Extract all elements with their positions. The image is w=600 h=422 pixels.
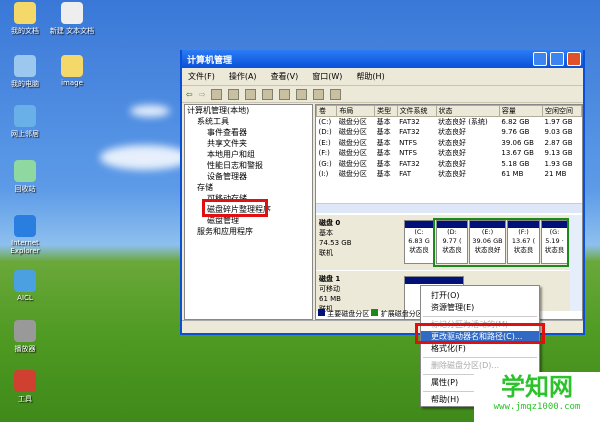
desktop-icon-image <box>61 2 83 24</box>
menu-item[interactable]: 文件(F) <box>188 71 215 82</box>
tree-item[interactable]: 本地用户和组 <box>185 149 312 160</box>
desktop-icon[interactable]: 网上邻居 <box>0 105 53 139</box>
tree-item[interactable]: 系统工具 <box>185 116 312 127</box>
column-header[interactable]: 卷 <box>315 105 338 117</box>
help-icon[interactable] <box>245 88 257 100</box>
partition[interactable]: (C: 6.83 G 状态良 <box>404 220 434 264</box>
minimize-button[interactable] <box>533 52 547 66</box>
toolbar-button[interactable] <box>330 88 342 100</box>
desktop-icon[interactable]: 播放器 <box>0 320 53 354</box>
desktop-icon-image <box>14 370 36 392</box>
column-header[interactable]: 布局 <box>336 105 376 117</box>
context-menu-item[interactable]: 资源管理(E) <box>421 302 539 314</box>
desktop-icon-image <box>14 55 36 77</box>
table-row[interactable]: (C:) 磁盘分区 基本 FAT32 状态良好 (系统) 6.82 GB 1.97 GB <box>317 117 582 128</box>
menu-item[interactable]: 帮助(H) <box>356 71 384 82</box>
tree-item[interactable]: 存储 <box>185 182 312 193</box>
table-row[interactable]: (F:) 磁盘分区 基本 NTFS 状态良好 13.67 GB 9.13 GB <box>317 148 582 159</box>
column-header[interactable]: 文件系统 <box>396 105 437 117</box>
menu-separator <box>423 316 537 317</box>
vertical-scrollbar[interactable] <box>570 215 582 311</box>
back-icon[interactable]: ⇦ <box>186 90 193 99</box>
tree-item[interactable]: 事件查看器 <box>185 127 312 138</box>
desktop-icon-image <box>14 320 36 342</box>
table-row[interactable]: (D:) 磁盘分区 基本 FAT32 状态良好 9.76 GB 9.03 GB <box>317 127 582 138</box>
folder-icon[interactable] <box>296 88 308 100</box>
legend: 主要磁盘分区 扩展磁盘分区 <box>318 309 423 319</box>
disk-state: 联机 <box>319 249 333 257</box>
context-menu-item[interactable]: 打开(O) <box>421 290 539 302</box>
menu-item[interactable]: 查看(V) <box>271 71 299 82</box>
column-header[interactable]: 状态 <box>435 105 500 117</box>
disk-name: 磁盘 0 <box>319 219 341 227</box>
desktop-icon[interactable]: AICL <box>0 270 53 302</box>
desktop-icon[interactable]: 新建 文本文档 <box>44 2 100 36</box>
context-menu-item[interactable]: 格式化(F) <box>421 343 539 355</box>
desktop-icon[interactable]: 工具 <box>0 370 53 404</box>
desktop-icon-image <box>14 215 36 237</box>
cloud <box>130 105 170 117</box>
disk-type: 可移动 <box>319 285 340 293</box>
window-title: 计算机管理 <box>187 56 233 66</box>
forward-icon[interactable]: ⇨ <box>199 90 206 99</box>
toolbar-button[interactable] <box>211 88 223 100</box>
tree-item[interactable]: 设备管理器 <box>185 171 312 182</box>
desktop-icon[interactable]: Internet Explorer <box>0 215 53 255</box>
desktop-icon-image <box>14 160 36 182</box>
table-row[interactable]: (I:) 磁盘分区 基本 FAT 状态良好 61 MB 21 MB <box>317 169 582 180</box>
desktop-icon[interactable]: image <box>44 55 100 87</box>
tree-item[interactable]: 性能日志和警报 <box>185 160 312 171</box>
column-header[interactable]: 类型 <box>374 105 398 117</box>
desktop-icon[interactable]: 回收站 <box>0 160 53 194</box>
disk-0: 磁盘 0 基本 74.53 GB 联机 (C: 6.83 G 状态良 (D: 9.77 (状态… <box>316 215 571 270</box>
disk-size: 74.53 GB <box>319 239 352 247</box>
menu-item[interactable]: 窗口(W) <box>312 71 342 82</box>
highlight-box <box>415 323 545 344</box>
highlight-box <box>202 199 268 217</box>
desktop-icon-image <box>14 2 36 24</box>
menu-bar: 文件(F) 操作(A) 查看(V) 窗口(W) 帮助(H) <box>182 68 583 86</box>
toolbar: ⇦ ⇨ <box>182 86 583 103</box>
cloud <box>100 145 190 170</box>
toolbar-button[interactable] <box>228 88 240 100</box>
context-menu-item[interactable]: 删除磁盘分区(D)... <box>421 360 539 372</box>
toolbar-button[interactable] <box>279 88 291 100</box>
tree-item[interactable]: 服务和应用程序 <box>185 226 312 237</box>
desktop-icon-image <box>61 55 83 77</box>
horizontal-scrollbar[interactable] <box>316 203 582 213</box>
tree-item[interactable]: 共享文件夹 <box>185 138 312 149</box>
search-icon[interactable] <box>313 88 325 100</box>
maximize-button[interactable] <box>550 52 564 66</box>
extended-partition-frame <box>433 218 569 267</box>
menu-item[interactable]: 操作(A) <box>229 71 257 82</box>
menu-separator <box>423 357 537 358</box>
desktop-icon-image <box>14 105 36 127</box>
disk-name: 磁盘 1 <box>319 275 341 283</box>
close-button[interactable] <box>567 52 581 66</box>
column-header[interactable]: 容量 <box>498 105 543 117</box>
table-row[interactable]: (G:) 磁盘分区 基本 FAT32 状态良好 5.18 GB 1.93 GB <box>317 159 582 170</box>
title-bar[interactable]: 计算机管理 <box>182 50 583 68</box>
watermark: 学知网 www.jmqz1000.com <box>474 372 600 422</box>
disk-type: 基本 <box>319 229 333 237</box>
volume-table: 卷布局 类型 文件系统 状态 容量 空闲空间 (C:) 磁盘分区 基本 FAT32 状态良好 (系统… <box>315 105 583 180</box>
table-row[interactable]: (E:) 磁盘分区 基本 NTFS 状态良好 39.06 GB 2.87 GB <box>317 138 582 149</box>
toolbar-button[interactable] <box>262 88 274 100</box>
column-header[interactable]: 空闲空间 <box>541 105 583 117</box>
desktop-icon-image <box>14 270 36 292</box>
disk-size: 61 MB <box>319 295 341 303</box>
tree-item[interactable]: 计算机管理(本地) <box>185 105 312 116</box>
